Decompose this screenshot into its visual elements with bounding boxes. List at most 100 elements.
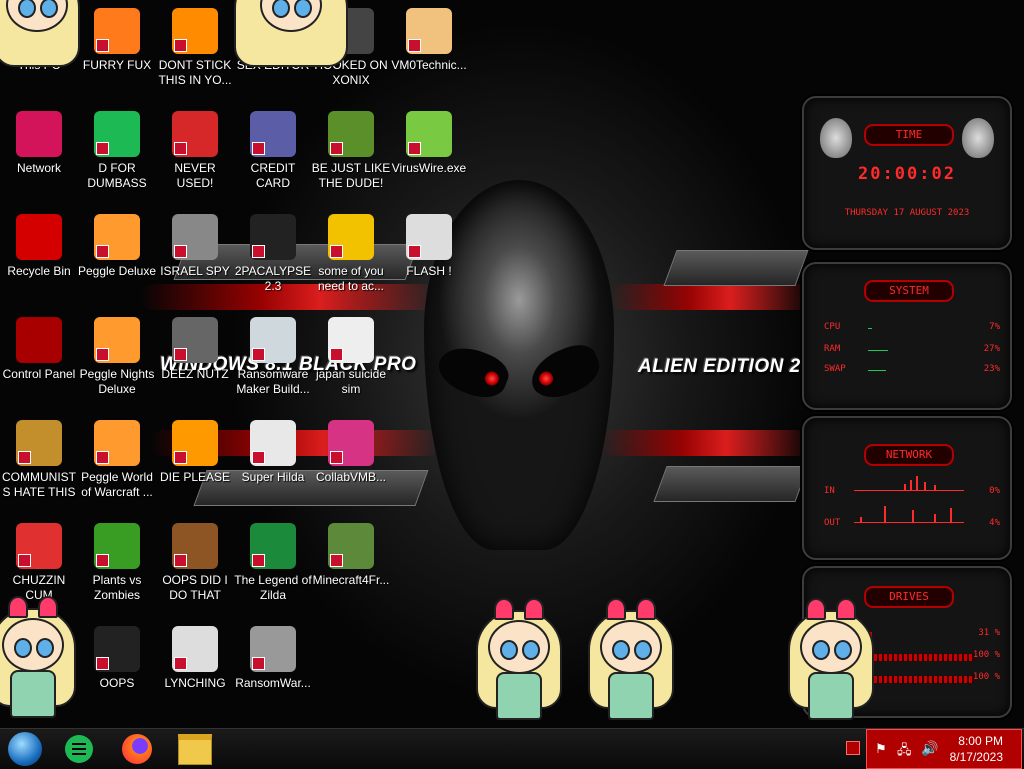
desktop-icon-never-used[interactable]: NEVER USED! [155,111,235,191]
desktop-icon-label: japan suicide sim [315,367,387,396]
spy-icon [172,214,218,260]
flag-icon[interactable]: ⚑ [875,741,887,757]
metal-plate [663,250,809,286]
desktop-icon-the-legend-of-zilda[interactable]: The Legend of Zilda [233,523,313,603]
desktop-icon-oops-did-i-do-that[interactable]: OOPS DID I DO THAT [155,523,235,603]
desktop-icon-peggle-deluxe[interactable]: Peggle Deluxe [77,214,157,279]
taskbar-app-firefox[interactable] [120,732,154,766]
network-icon[interactable]: 🖧 [897,741,912,763]
desktop-icon-label: NEVER USED! [174,161,216,190]
clock-date[interactable]: 8/17/2023 [950,750,1003,764]
cartoon-star-character [0,0,80,80]
system-tray: ⚑ 🖧 🔊 8:00 PM 8/17/2023 [866,729,1022,769]
desktop-icon-network[interactable]: Network [0,111,79,176]
desktop-icon-label: The Legend of Zilda [234,573,312,602]
desktop-icon-label: DONT STICK THIS IN YO... [158,58,232,87]
ram-row: RAM 27% [824,344,1000,354]
desktop-icon-label: Ransomware Maker Build... [236,367,310,396]
cpu-row: CPU 7% [824,322,1000,332]
desktop-icon-label: OOPS DID I DO THAT [162,573,228,602]
shortcut-arrow-icon [18,554,31,567]
desktop-icon-dont-stick-this-in-yo[interactable]: DONT STICK THIS IN YO... [155,8,235,88]
volume-icon[interactable]: 🔊 [921,740,938,757]
desktop-icon-label: BE JUST LIKE THE DUDE! [311,161,391,190]
shortcut-arrow-icon [408,142,421,155]
desktop-icon-label: FURRY FUX [82,58,152,72]
swap-label: SWAP [824,364,846,374]
taskbar: ⚑ 🖧 🔊 8:00 PM 8/17/2023 [0,728,1024,769]
cartoon-star-character [0,590,76,720]
cartoon-star-character [230,0,350,80]
start-button[interactable] [8,732,42,766]
plant-icon [94,523,140,569]
desktop-icon-plants-vs-zombies[interactable]: Plants vs Zombies [77,523,157,603]
collab-icon [328,420,374,466]
desktop-icon-ransomware-maker-build[interactable]: Ransomware Maker Build... [233,317,313,397]
red-streak [610,284,810,310]
desktop-icon-super-hilda[interactable]: Super Hilda [233,420,313,485]
clock-time[interactable]: 8:00 PM [958,734,1003,748]
desktop-icon-label: DEEZ NUTZ [161,367,229,381]
desktop-icon-peggle-nights-deluxe[interactable]: Peggle Nights Deluxe [77,317,157,397]
time-gadget[interactable]: TIME 20:00:02 THURSDAY 17 AUGUST 2023 [802,96,1012,250]
document-icon [328,317,374,363]
taskbar-app-chat[interactable] [62,732,96,766]
network-in-value: 0% [989,486,1000,496]
alien-logo-icon [820,118,852,158]
desktop-icon-credit-card-checker[interactable]: CREDIT CARD CHECKER [233,111,313,191]
network-in-label: IN [824,486,835,496]
desktop-icon-lynching[interactable]: LYNCHING [155,626,235,691]
rope-icon [172,626,218,672]
desktop-icon-label: Network [16,161,61,175]
minecraft-icon [328,523,374,569]
desktop-icon-label: 2PACALYPSE 2.3 [234,264,312,293]
system-gadget[interactable]: SYSTEM CPU 7% RAM 27% SWAP 23% [802,262,1012,410]
desktop-icon-recycle-bin[interactable]: Recycle Bin [0,214,79,279]
peggle-icon [94,214,140,260]
desktop-icon-control-panel[interactable]: Control Panel [0,317,79,382]
drive-3-value: 100 % [972,672,1000,682]
start-orb-icon [8,732,42,766]
green-chat-icon [94,111,140,157]
peggle-icon [94,317,140,363]
shortcut-arrow-icon [252,657,265,670]
shortcut-arrow-icon [96,348,109,361]
cpu-bar [868,328,872,329]
desktop-icon-oops[interactable]: OOPS [77,626,157,691]
desktop-icon-die-please[interactable]: DIE PLEASE [155,420,235,485]
cartoon-star-character [472,592,562,722]
desktop-icon-vm0technic[interactable]: VM0Technic... [389,8,469,73]
desktop-icon-d-for-dumbass[interactable]: D FOR DUMBASS [77,111,157,191]
taskbar-app-file-explorer[interactable] [178,732,212,766]
desktop-icon-label: VM0Technic... [391,58,467,72]
desktop-icon-peggle-world-of-warcraft[interactable]: Peggle World of Warcraft ... [77,420,157,500]
desktop-icon-label: D FOR DUMBASS [87,161,147,190]
shortcut-arrow-icon [330,554,343,567]
chuzzle-icon [16,523,62,569]
swap-bar [868,370,886,371]
recycle-bin-icon [16,214,62,260]
desktop-icon-some-of-you-need-to-ac[interactable]: some of you need to ac... [311,214,391,294]
cpu-label: CPU [824,322,841,332]
desktop-icon-flash[interactable]: FLASH ! [389,214,469,279]
desktop-icon-furry-fux[interactable]: FURRY FUX [77,8,157,73]
swap-value: 23% [983,364,1000,374]
pixel-art-icon [250,420,296,466]
desktop-icon-viruswire-exe[interactable]: VirusWire.exe [389,111,469,176]
desktop-icon-deez-nutz[interactable]: DEEZ NUTZ [155,317,235,382]
shortcut-arrow-icon [330,142,343,155]
desktop-icon-minecraft4fr[interactable]: Minecraft4Fr... [311,523,391,588]
desktop-icon-be-just-like-the-dude[interactable]: BE JUST LIKE THE DUDE! [311,111,391,191]
desktop-icon-communists-hate-this-g[interactable]: COMMUNISTS HATE THIS G... [0,420,79,500]
desktop-icon-ransomwar[interactable]: RansomWar... [233,626,313,691]
desktop-icon-japan-suicide-sim[interactable]: japan suicide sim [311,317,391,397]
desktop-icon-2pacalypse-2-3[interactable]: 2PACALYPSE 2.3 [233,214,313,294]
desktop-icon-israel-spy[interactable]: ISRAEL SPY [155,214,235,279]
tray-overflow-icon[interactable] [846,741,860,755]
shortcut-arrow-icon [252,142,265,155]
desktop-icon-collabvmb[interactable]: CollabVMB... [311,420,391,485]
alien-eye [524,338,606,406]
cartoon-star-character [584,592,674,722]
shortcut-arrow-icon [330,245,343,258]
network-gadget[interactable]: NETWORK IN 0% OUT 4% [802,416,1012,560]
